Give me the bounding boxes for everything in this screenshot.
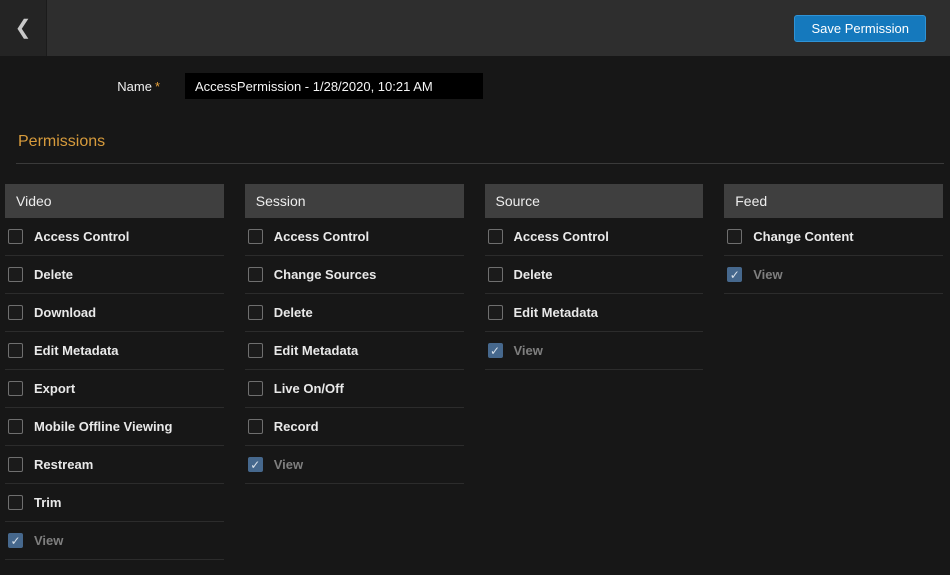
item-label: Edit Metadata xyxy=(514,305,599,320)
permissions-grid: Video Access Control Delete Download Edi… xyxy=(5,184,943,560)
permission-row[interactable]: Access Control xyxy=(5,218,224,256)
checkbox[interactable] xyxy=(248,343,263,358)
permission-column: Video Access Control Delete Download Edi… xyxy=(5,184,224,560)
checkbox[interactable] xyxy=(727,229,742,244)
permission-row[interactable]: Export xyxy=(5,370,224,408)
checkbox[interactable]: ✓ xyxy=(488,343,503,358)
column-items: Access Control Change Sources Delete Edi… xyxy=(245,218,464,484)
permission-row[interactable]: ✓ View xyxy=(724,256,943,294)
permission-row[interactable]: Download xyxy=(5,294,224,332)
item-label: Edit Metadata xyxy=(34,343,119,358)
permissions-heading: Permissions xyxy=(18,133,950,151)
section-divider xyxy=(16,163,944,164)
name-input[interactable] xyxy=(185,73,483,99)
column-header: Video xyxy=(5,184,224,218)
permission-row[interactable]: Delete xyxy=(485,256,704,294)
save-permission-button[interactable]: Save Permission xyxy=(794,15,926,42)
checkbox[interactable] xyxy=(488,229,503,244)
permission-row[interactable]: Access Control xyxy=(245,218,464,256)
column-items: Change Content ✓ View xyxy=(724,218,943,294)
checkbox[interactable] xyxy=(8,419,23,434)
checkbox[interactable]: ✓ xyxy=(8,533,23,548)
checkbox[interactable] xyxy=(8,229,23,244)
permission-row[interactable]: Edit Metadata xyxy=(485,294,704,332)
column-header: Feed xyxy=(724,184,943,218)
permission-row[interactable]: Delete xyxy=(245,294,464,332)
checkbox[interactable] xyxy=(248,229,263,244)
topbar: ❮ Save Permission xyxy=(0,0,950,56)
permission-row[interactable]: Change Sources xyxy=(245,256,464,294)
permission-row[interactable]: ✓ View xyxy=(245,446,464,484)
item-label: Delete xyxy=(514,267,553,282)
permission-row[interactable]: Mobile Offline Viewing xyxy=(5,408,224,446)
checkbox[interactable] xyxy=(488,305,503,320)
item-label: View xyxy=(753,267,782,282)
item-label: Download xyxy=(34,305,96,320)
column-header: Session xyxy=(245,184,464,218)
item-label: Change Sources xyxy=(274,267,377,282)
checkbox[interactable] xyxy=(248,381,263,396)
checkbox[interactable]: ✓ xyxy=(727,267,742,282)
permission-column: Session Access Control Change Sources De… xyxy=(245,184,464,560)
permission-row[interactable]: Delete xyxy=(5,256,224,294)
checkbox[interactable] xyxy=(248,305,263,320)
item-label: Record xyxy=(274,419,319,434)
permission-row[interactable]: Edit Metadata xyxy=(5,332,224,370)
permission-row[interactable]: Edit Metadata xyxy=(245,332,464,370)
name-label-text: Name xyxy=(117,79,152,94)
permission-row[interactable]: Record xyxy=(245,408,464,446)
name-label: Name* xyxy=(0,79,160,94)
item-label: Restream xyxy=(34,457,93,472)
checkbox[interactable] xyxy=(8,381,23,396)
item-label: Edit Metadata xyxy=(274,343,359,358)
permission-row[interactable]: Change Content xyxy=(724,218,943,256)
item-label: Delete xyxy=(274,305,313,320)
checkbox[interactable] xyxy=(8,457,23,472)
item-label: Live On/Off xyxy=(274,381,344,396)
checkbox[interactable] xyxy=(248,419,263,434)
item-label: Access Control xyxy=(514,229,609,244)
checkbox[interactable] xyxy=(8,495,23,510)
item-label: View xyxy=(34,533,63,548)
permission-row[interactable]: ✓ View xyxy=(485,332,704,370)
column-header: Source xyxy=(485,184,704,218)
checkbox[interactable] xyxy=(8,267,23,282)
item-label: View xyxy=(514,343,543,358)
column-title: Source xyxy=(496,193,540,209)
permission-column: Source Access Control Delete Edit Metada… xyxy=(485,184,704,560)
checkbox[interactable] xyxy=(488,267,503,282)
permission-row[interactable]: ✓ View xyxy=(5,522,224,560)
item-label: Delete xyxy=(34,267,73,282)
item-label: Export xyxy=(34,381,75,396)
back-chevron-icon: ❮ xyxy=(15,18,32,38)
item-label: Mobile Offline Viewing xyxy=(34,419,172,434)
item-label: View xyxy=(274,457,303,472)
required-asterisk: * xyxy=(155,79,160,94)
column-title: Feed xyxy=(735,193,767,209)
permission-row[interactable]: Trim xyxy=(5,484,224,522)
checkbox[interactable]: ✓ xyxy=(248,457,263,472)
column-items: Access Control Delete Edit Metadata ✓ Vi… xyxy=(485,218,704,370)
checkbox[interactable] xyxy=(8,343,23,358)
permission-row[interactable]: Access Control xyxy=(485,218,704,256)
column-title: Video xyxy=(16,193,52,209)
permission-row[interactable]: Restream xyxy=(5,446,224,484)
item-label: Change Content xyxy=(753,229,853,244)
name-form-row: Name* xyxy=(0,73,950,99)
back-button[interactable]: ❮ xyxy=(0,0,47,56)
checkbox[interactable] xyxy=(8,305,23,320)
checkbox[interactable] xyxy=(248,267,263,282)
item-label: Access Control xyxy=(274,229,369,244)
column-items: Access Control Delete Download Edit Meta… xyxy=(5,218,224,560)
permission-row[interactable]: Live On/Off xyxy=(245,370,464,408)
column-title: Session xyxy=(256,193,306,209)
permission-column: Feed Change Content ✓ View xyxy=(724,184,943,560)
item-label: Trim xyxy=(34,495,61,510)
item-label: Access Control xyxy=(34,229,129,244)
